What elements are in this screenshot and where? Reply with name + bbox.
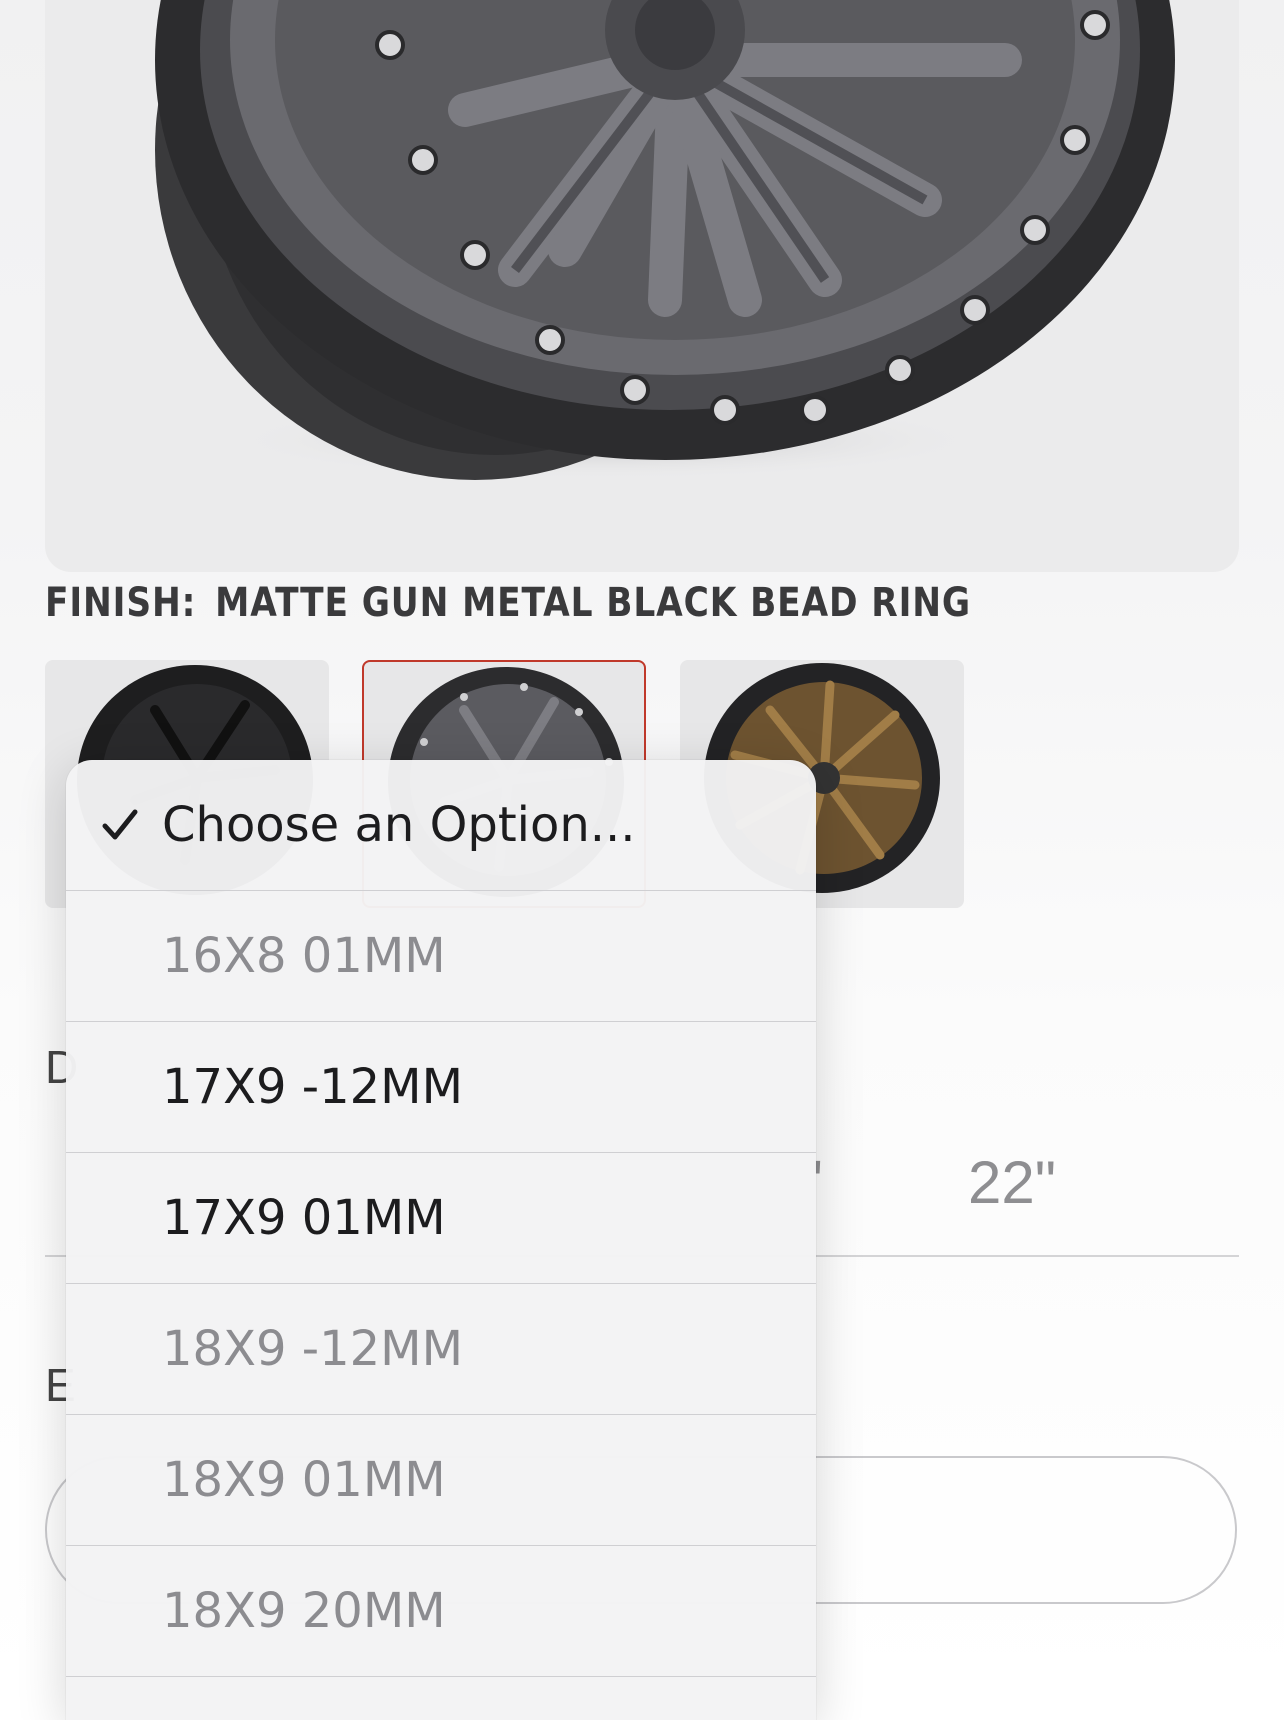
select-option-choose[interactable]: Choose an Option... bbox=[66, 760, 816, 891]
select-option-18x9-20mm: 18X9 20MM bbox=[66, 1546, 816, 1677]
select-option-label: 18X9 01MM bbox=[162, 1452, 446, 1508]
product-image[interactable] bbox=[45, 0, 1239, 572]
select-option-17x9-01mm[interactable]: 17X9 01MM bbox=[66, 1153, 816, 1284]
select-option-16x8-01mm: 16X8 01MM bbox=[66, 891, 816, 1022]
checkmark-icon bbox=[102, 809, 138, 840]
finish-value: MATTE GUN METAL BLACK BEAD RING bbox=[215, 580, 972, 626]
finish-label: FINISH: bbox=[45, 580, 197, 626]
size-tab-22[interactable]: 22" bbox=[968, 1148, 1056, 1217]
select-option-label: 16X8 01MM bbox=[162, 928, 446, 984]
finish-row: FINISH: MATTE GUN METAL BLACK BEAD RING bbox=[45, 580, 971, 636]
select-dropdown-menu[interactable]: Choose an Option... 16X8 01MM 17X9 -12MM… bbox=[66, 760, 816, 1720]
select-option-18x9-minus12mm: 18X9 -12MM bbox=[66, 1284, 816, 1415]
select-option-label: 17X9 01MM bbox=[162, 1190, 446, 1246]
select-option-label: Choose an Option... bbox=[162, 797, 636, 853]
select-option-17x9-minus12mm[interactable]: 17X9 -12MM bbox=[66, 1022, 816, 1153]
select-option-label: 18X9 -12MM bbox=[162, 1321, 463, 1377]
select-option-18x9-01mm: 18X9 01MM bbox=[66, 1415, 816, 1546]
wheel-illustration bbox=[155, 0, 1175, 480]
select-option-label: 18X9 20MM bbox=[162, 1583, 446, 1639]
select-option-label: 17X9 -12MM bbox=[162, 1059, 463, 1115]
